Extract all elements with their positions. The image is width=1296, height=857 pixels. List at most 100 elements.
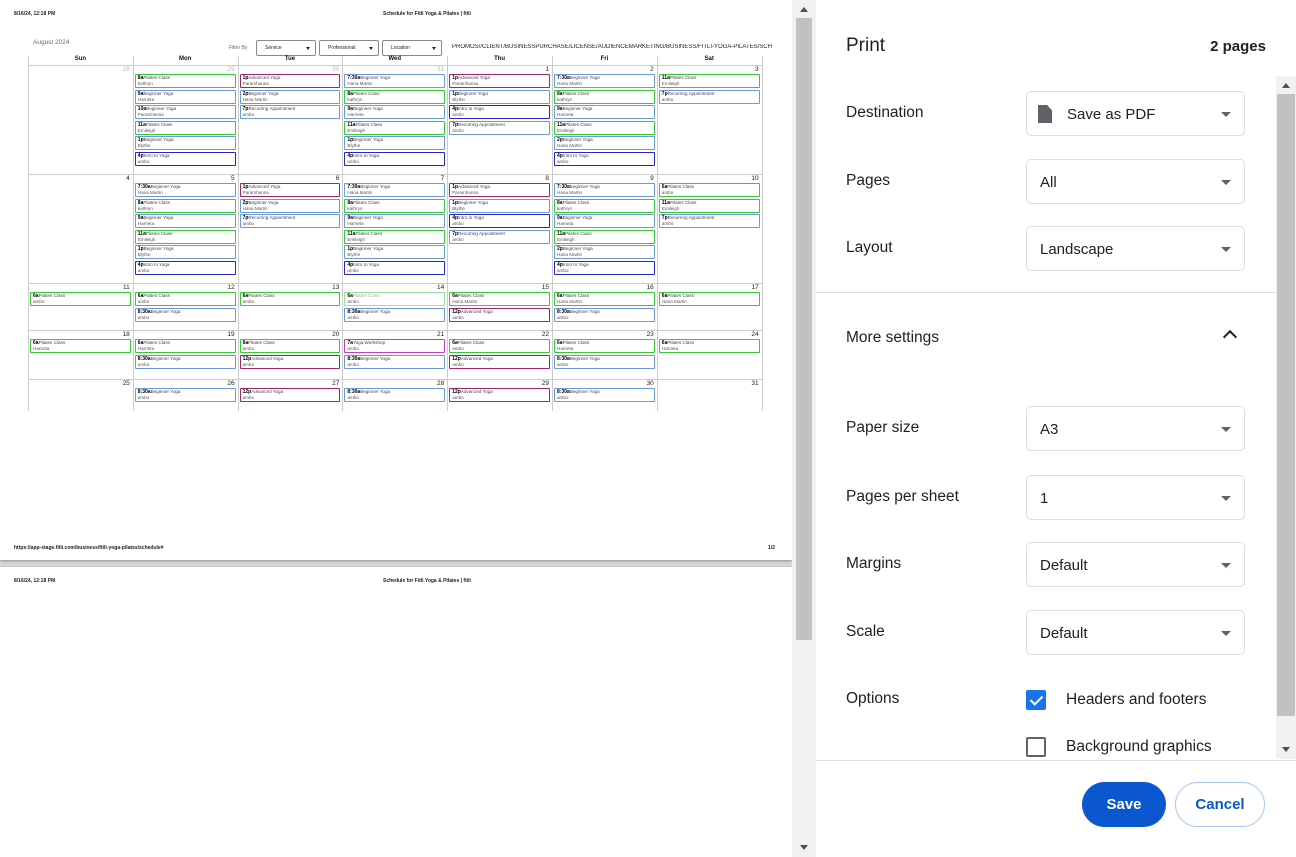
event-instructor: ambo [137,158,150,164]
calendar-event: 10aBeginner Yoga Paramhansa [134,105,236,119]
event-instructor: ambo [452,112,464,117]
cancel-button[interactable]: Cancel [1175,782,1265,827]
destination-select[interactable]: Save as PDF [1026,91,1245,136]
layout-value: Landscape [1040,241,1114,258]
scroll-down-arrow-icon[interactable] [800,845,808,850]
event-name: Beginner Yoga [150,184,181,189]
event-instructor: Harrieta [137,346,155,351]
event-instructor: ambo [137,361,150,367]
event-name: Intro to Yoga [143,261,170,267]
event-name: Beginner Yoga [562,137,593,142]
event-name: Advanced Yoga [458,75,490,80]
calendar-event: 12pAdvanced Yoga ambo [449,307,550,322]
layout-select[interactable]: Landscape [1026,226,1245,271]
scale-label: Scale [846,623,885,640]
event-name: Pilates Class [38,293,66,298]
day-number: 27 [332,380,340,387]
event-instructor: Blythe [452,205,465,211]
event-name: Pilates Class [667,293,694,298]
calendar-event: 12pAdvanced Yoga ambo [449,354,550,369]
calendar-event: 7:30aBeginner Yoga Hana Martin [134,183,236,197]
event-instructor: ambo [137,395,150,400]
event-instructor: ambo [347,361,359,367]
header-date: 8/16/24, 12:18 PM [14,578,56,584]
event-instructor: ambo [242,221,255,226]
calendar-event: 4pIntro to Yoga ambo [554,151,655,166]
event-name: Pilates Class [669,199,697,205]
day-number: 30 [332,66,340,73]
calendar-event: 1pAdvanced Yoga Paramhansa [239,183,341,197]
scroll-down-arrow-icon[interactable] [1282,747,1290,752]
paper-size-select[interactable]: A3 [1026,406,1245,451]
event-name: Beginner Yoga [360,389,391,394]
calendar-event: 8:30aBeginner Yoga ambo [344,388,446,402]
calendar-event: 1pBeginner Yoga Blythe [449,198,550,213]
calendar-event: 9aBeginner Yoga Harrieta [344,105,446,119]
event-name: Intro to Yoga [562,152,589,158]
settings-scrollbar[interactable] [1276,76,1296,759]
save-button[interactable]: Save [1082,782,1166,827]
event-instructor: ambo [661,190,674,195]
print-title: Print [846,35,886,56]
day-number: 16 [646,284,654,291]
event-instructor: Emileigh [347,236,366,242]
event-instructor: Blythe [347,143,361,148]
calendar-event: 11aPilates Class Emileigh [658,198,760,213]
pages-select[interactable]: All [1026,159,1245,204]
event-name: Intro to Yoga [353,261,380,267]
event-name: Beginner Yoga [248,199,279,205]
event-instructor: Blythe [452,96,465,102]
preview-page-1: 8/16/24, 12:18 PM Schedule for Fitli Yog… [0,0,792,560]
scrollbar-thumb[interactable] [796,18,812,640]
print-settings-panel: Print 2 pages Destination Save as PDF Pa… [816,0,1296,857]
dropdown-caret-icon [1221,247,1231,252]
calendar-event: 8aPilates Class kathryn [134,198,236,213]
event-time: 8:30a [137,308,151,315]
scroll-up-arrow-icon[interactable] [800,7,808,12]
event-name: Recurring Appointment [458,121,505,127]
grid-line [237,56,239,411]
day-number: 14 [436,284,445,291]
background-graphics-label[interactable]: Background graphics [1066,738,1212,756]
promo-link-text: PROMOS//CLIENT/BUSINESSPURCHASE/LICENSE/… [452,44,772,50]
headers-footers-label[interactable]: Headers and footers [1066,691,1206,709]
margins-select[interactable]: Default [1026,542,1245,587]
dropdown-caret-icon [1221,180,1231,185]
calendar-event: 6aPilates Class Harrieta [554,339,655,353]
headers-footers-checkbox[interactable] [1026,690,1046,710]
day-number: 19 [227,331,235,338]
scale-select[interactable]: Default [1026,610,1245,655]
event-name: Pilates Class [562,340,590,345]
calendar-event: 4pIntro to Yoga ambo [449,214,550,228]
location-filter: Location [382,40,442,56]
event-time: 12p [452,355,461,362]
scrollbar-thumb[interactable] [1277,94,1295,716]
scroll-up-arrow-icon[interactable] [1282,83,1290,88]
calendar-event: 8:30aBeginner Yoga ambo [134,388,236,402]
event-time: 12p [242,355,252,362]
event-name: Yoga Workshop [352,340,386,345]
background-graphics-checkbox[interactable] [1026,737,1046,757]
calendar-event: 7aYoga Workshop ambo [344,339,446,353]
preview-scrollbar[interactable] [792,0,816,857]
calendar-event: 6aPilates Class Harrieta [134,339,236,353]
destination-label: Destination [846,104,924,121]
event-name: Beginner Yoga [146,106,177,111]
event-name: Pilates Class [143,340,170,345]
more-settings-toggle[interactable]: More settings [846,329,939,347]
event-name: Recurring Appointment [248,106,296,111]
day-number: 28 [122,66,130,73]
calendar-event: 9aBeginner Yoga Harrieta [134,89,236,104]
event-name: Pilates Class [145,230,173,236]
event-time: 11a [557,230,566,237]
calendar-event: 1pAdvanced Yoga Paramhansa [449,74,550,88]
pdf-file-icon [1038,105,1052,123]
day-header-wed: Wed [388,56,402,62]
footer-page-number: 1/2 [768,545,775,551]
event-instructor: ambo [347,158,359,164]
event-instructor: ambo [137,299,150,304]
event-name: Beginner Yoga [248,90,279,96]
chevron-up-icon[interactable] [1222,329,1238,345]
pages-per-sheet-select[interactable]: 1 [1026,475,1245,520]
event-instructor: Blythe [347,252,361,257]
